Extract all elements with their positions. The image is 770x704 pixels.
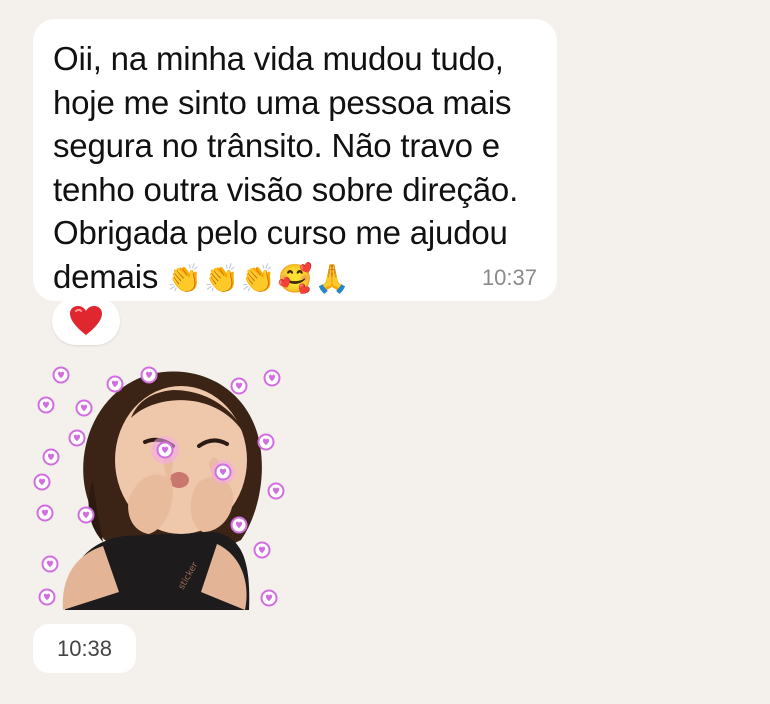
sticker-timestamp: 10:38 xyxy=(33,624,136,673)
message-line-4: tenho outra visão sobre direção. xyxy=(53,170,519,208)
message-line-6: demais xyxy=(53,257,159,295)
emoji-row: 👏👏👏🥰🙏 xyxy=(167,262,351,295)
girl-blowing-kiss-sticker: sticker xyxy=(33,366,285,610)
message-line-1: Oii, na minha vida mudou tudo, xyxy=(53,40,504,77)
smiling-face-with-hearts-icon: 🥰 xyxy=(277,261,315,295)
message-timestamp: 10:37 xyxy=(481,265,537,290)
message-line-5: Obrigada pelo curso me ajudou xyxy=(53,214,508,251)
message-line-2: hoje me sinto uma pessoa mais xyxy=(53,83,512,121)
folded-hands-icon: 🙏 xyxy=(314,261,352,295)
sticker-image[interactable]: sticker xyxy=(33,360,293,620)
message-bubble[interactable]: Oii, na minha vida mudou tudo, hoje me s… xyxy=(33,19,557,301)
clapping-hands-icon: 👏 xyxy=(204,261,241,295)
message-line-3: segura no trânsito. Não travo e xyxy=(53,127,500,164)
reaction-badge[interactable] xyxy=(52,297,120,345)
clapping-hands-icon: 👏 xyxy=(240,261,278,295)
message-text: Oii, na minha vida mudou tudo, hoje me s… xyxy=(53,37,535,300)
red-heart-icon xyxy=(70,306,102,335)
clapping-hands-icon: 👏 xyxy=(167,261,205,295)
